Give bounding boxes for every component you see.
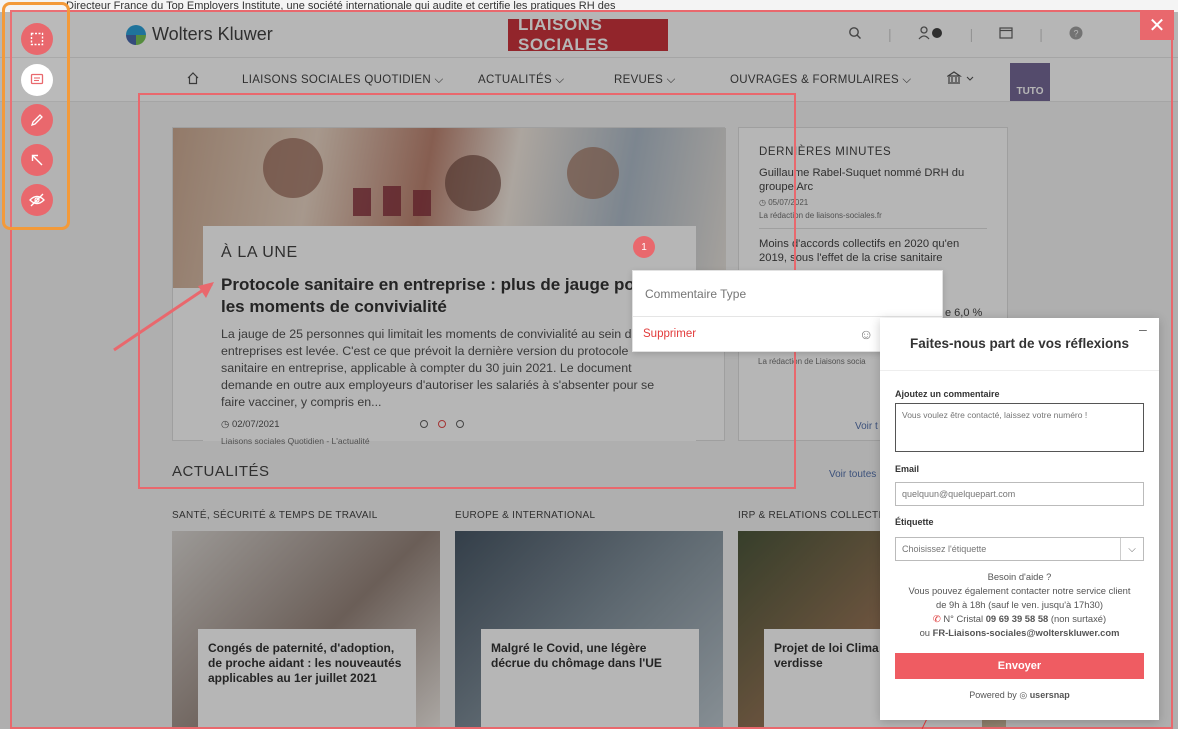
tag-field-label: Étiquette: [895, 517, 934, 527]
usersnap-icon: ◎: [1019, 690, 1028, 700]
minimize-button[interactable]: –: [1139, 321, 1147, 337]
chevron-down-icon[interactable]: ⌵: [1120, 538, 1143, 560]
comment-field-label: Ajoutez un commentaire: [895, 389, 1000, 399]
feedback-panel: Faites-nous part de vos réflexions Ajout…: [880, 318, 1159, 720]
divider: [880, 370, 1159, 371]
help-line: de 9h à 18h (sauf le ven. jusqu'à 17h30): [935, 599, 1103, 610]
help-block: Besoin d'aide ? Vous pouvez également co…: [885, 570, 1154, 640]
comment-tool-icon[interactable]: [21, 64, 53, 96]
pen-tool-icon[interactable]: [21, 104, 53, 136]
send-button[interactable]: Envoyer: [895, 653, 1144, 679]
help-mail-line: ou FR-Liaisons-sociales@wolterskluwer.co…: [919, 627, 1120, 638]
rectangle-tool-icon[interactable]: [21, 23, 53, 55]
tag-select[interactable]: [895, 537, 1144, 561]
annotation-arrow: [113, 282, 213, 352]
help-line: Vous pouvez également contacter notre se…: [908, 585, 1131, 596]
blur-hide-tool-icon[interactable]: [21, 184, 53, 216]
annotation-number-badge[interactable]: 1: [633, 236, 655, 258]
help-phone-number[interactable]: 09 69 39 58 58: [986, 613, 1049, 624]
emoji-icon[interactable]: ☺: [859, 326, 873, 342]
powered-by[interactable]: Powered by ◎ usersnap: [880, 690, 1159, 701]
annotation-comment-input[interactable]: [633, 271, 942, 317]
help-email-link[interactable]: FR-Liaisons-sociales@wolterskluwer.com: [933, 627, 1120, 638]
annotation-delete-button[interactable]: Supprimer: [643, 328, 696, 340]
email-field[interactable]: [895, 482, 1144, 506]
annotation-arrowhead: [198, 282, 214, 298]
email-field-label: Email: [895, 464, 920, 474]
phone-icon: ✆: [932, 613, 941, 624]
annotation-toolbar: [2, 2, 70, 230]
close-button[interactable]: ✕: [1140, 10, 1174, 40]
help-title: Besoin d'aide ?: [987, 571, 1052, 582]
feedback-panel-title: Faites-nous part de vos réflexions: [909, 336, 1130, 351]
help-phone-line: ✆ N° Cristal 09 69 39 58 58 (non surtaxé…: [932, 613, 1107, 624]
arrow-tool-icon[interactable]: [21, 144, 53, 176]
comment-field[interactable]: [895, 403, 1144, 452]
